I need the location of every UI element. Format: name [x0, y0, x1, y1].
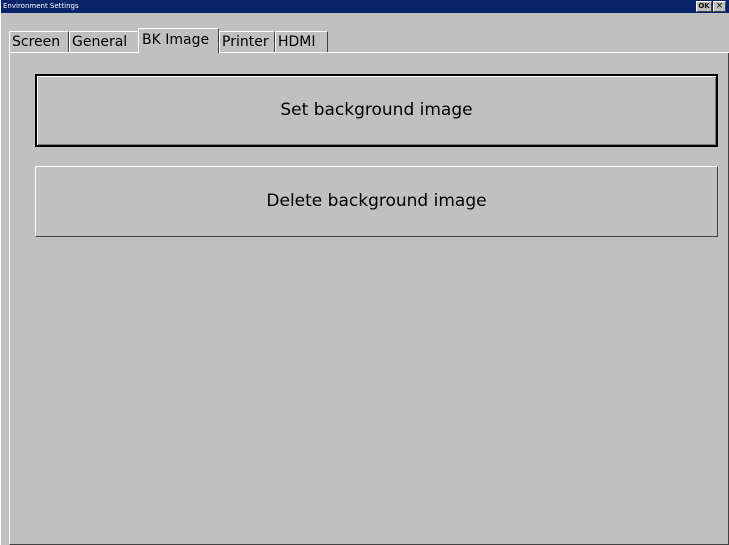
ok-button[interactable]: OK: [696, 1, 712, 12]
environment-settings-window: Environment Settings OK × Screen General…: [0, 0, 729, 545]
tab-hdmi[interactable]: HDMI: [275, 31, 328, 52]
close-button[interactable]: ×: [713, 1, 726, 12]
title-bar: Environment Settings OK ×: [1, 0, 729, 13]
tab-screen[interactable]: Screen: [9, 31, 69, 52]
tab-printer[interactable]: Printer: [219, 31, 275, 52]
tab-strip: Screen General Printer HDMI BK Image: [9, 28, 729, 53]
window-title: Environment Settings: [3, 2, 79, 10]
set-background-image-button[interactable]: Set background image: [35, 74, 718, 147]
tab-bk-image[interactable]: BK Image: [138, 28, 219, 53]
tab-general[interactable]: General: [69, 31, 140, 52]
delete-background-image-button[interactable]: Delete background image: [35, 166, 718, 237]
